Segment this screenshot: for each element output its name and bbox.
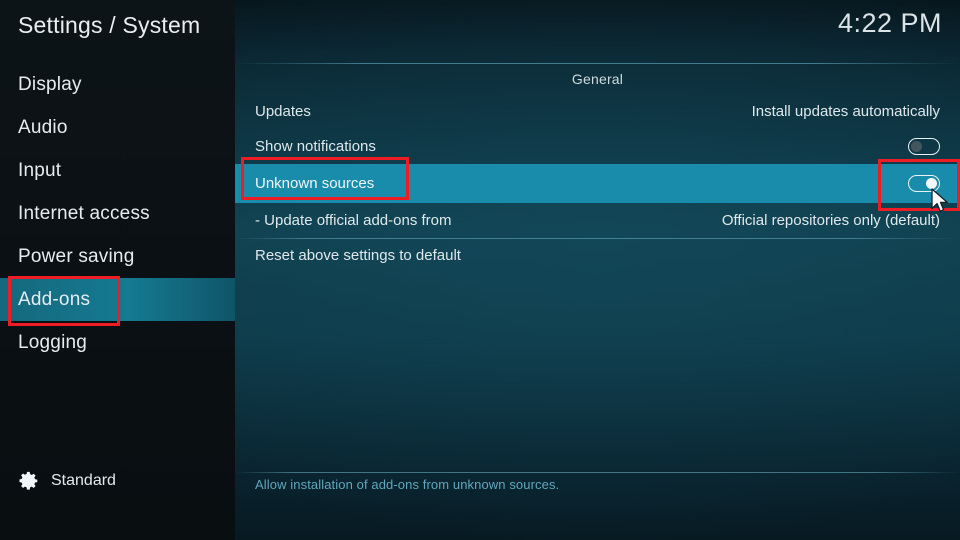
setting-row[interactable]: Unknown sources bbox=[235, 164, 960, 203]
setting-row[interactable]: Show notifications bbox=[235, 129, 960, 164]
sidebar-item-power-saving[interactable]: Power saving bbox=[0, 235, 235, 278]
setting-toggle-off[interactable] bbox=[908, 138, 940, 155]
sidebar-item-internet-access[interactable]: Internet access bbox=[0, 192, 235, 235]
settings-list: General Updates Install updates automatic… bbox=[235, 64, 960, 474]
header-divider bbox=[235, 63, 960, 64]
sidebar-item-audio[interactable]: Audio bbox=[0, 106, 235, 149]
sidebar-item-label: Power saving bbox=[18, 246, 134, 268]
toggle-knob bbox=[926, 178, 937, 189]
setting-value: Install updates automatically bbox=[752, 103, 940, 120]
sidebar-item-label: Input bbox=[18, 160, 61, 182]
setting-label: Show notifications bbox=[255, 138, 376, 155]
sidebar-item-label: Audio bbox=[18, 117, 68, 139]
toggle-knob bbox=[911, 141, 922, 152]
setting-label: - Update official add-ons from bbox=[255, 212, 452, 229]
profile-name: Standard bbox=[51, 472, 116, 490]
sidebar-item-label: Logging bbox=[18, 332, 87, 354]
sidebar-item-display[interactable]: Display bbox=[0, 63, 235, 106]
setting-row[interactable]: Reset above settings to default bbox=[235, 238, 960, 273]
settings-group-label: General bbox=[235, 64, 960, 94]
kodi-settings-screen: Settings / System 4:22 PM Display Audio In… bbox=[0, 0, 960, 540]
setting-help-text: Allow installation of add-ons from unkno… bbox=[255, 477, 559, 492]
sidebar-item-add-ons[interactable]: Add-ons bbox=[0, 278, 235, 321]
sidebar-item-input[interactable]: Input bbox=[0, 149, 235, 192]
setting-label: Unknown sources bbox=[255, 175, 374, 192]
setting-toggle-on[interactable] bbox=[908, 175, 940, 192]
footer-divider bbox=[235, 472, 960, 473]
sidebar-item-label: Display bbox=[18, 74, 82, 96]
gear-icon bbox=[18, 470, 40, 492]
header-bar: Settings / System 4:22 PM bbox=[0, 0, 960, 63]
setting-row[interactable]: - Update official add-ons from Official r… bbox=[235, 203, 960, 238]
sidebar-item-label: Internet access bbox=[18, 203, 150, 225]
page-title: Settings / System bbox=[18, 12, 200, 39]
profile-button[interactable]: Standard bbox=[18, 470, 116, 492]
sidebar-item-logging[interactable]: Logging bbox=[0, 321, 235, 364]
sidebar-item-label: Add-ons bbox=[18, 289, 90, 311]
setting-value: Official repositories only (default) bbox=[722, 212, 940, 229]
clock: 4:22 PM bbox=[838, 8, 942, 39]
settings-category-sidebar: Display Audio Input Internet access Power sa… bbox=[0, 63, 235, 463]
setting-label: Updates bbox=[255, 103, 311, 120]
settings-rows: Updates Install updates automatically Show… bbox=[235, 94, 960, 273]
setting-row[interactable]: Updates Install updates automatically bbox=[235, 94, 960, 129]
setting-label: Reset above settings to default bbox=[255, 247, 461, 264]
